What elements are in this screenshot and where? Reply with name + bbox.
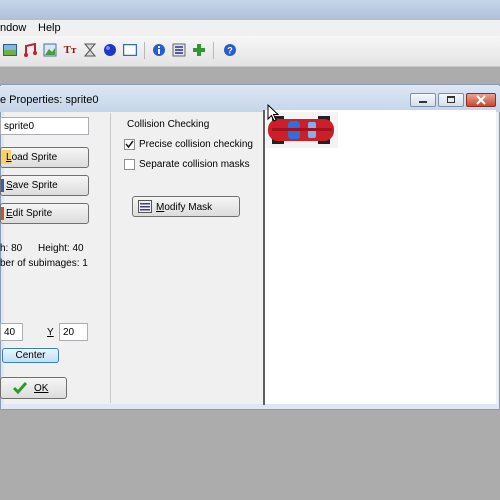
app-title-bar	[0, 0, 500, 20]
room-icon[interactable]	[122, 42, 138, 58]
minimize-icon	[419, 101, 427, 103]
save-sprite-label: ave Sprite	[12, 180, 58, 191]
save-sprite-button[interactable]: Save Sprite	[0, 175, 89, 196]
sprite-preview-area	[265, 110, 496, 404]
menu-window[interactable]: ndow	[0, 21, 26, 35]
maximize-icon	[447, 96, 455, 103]
origin-y-input[interactable]: 20	[59, 323, 88, 341]
edit-sprite-label: dit Sprite	[12, 208, 53, 219]
load-sprite-label: oad Sprite	[11, 152, 58, 163]
edit-sprite-hotkey: E	[6, 208, 13, 219]
divider-left	[110, 113, 111, 403]
svg-text:?: ?	[227, 46, 233, 56]
sound-icon[interactable]	[22, 42, 38, 58]
object-icon[interactable]	[102, 42, 118, 58]
modify-mask-button[interactable]: Modify Mask	[132, 196, 240, 217]
origin-x-input[interactable]: 40	[0, 323, 23, 341]
info-icon[interactable]	[151, 42, 167, 58]
checkbox-check-icon	[125, 140, 134, 149]
checkmark-icon	[13, 382, 27, 394]
maximize-button[interactable]	[438, 93, 464, 107]
timeline-icon[interactable]	[82, 42, 98, 58]
toolbar: Tт ?	[0, 36, 500, 67]
settings-icon[interactable]	[171, 42, 187, 58]
ok-button[interactable]: OK	[0, 377, 67, 399]
background-icon[interactable]	[42, 42, 58, 58]
separate-masks-label: Separate collision masks	[139, 159, 250, 170]
mask-icon	[138, 200, 152, 213]
menu-help[interactable]: Help	[38, 21, 61, 35]
dialog-title: e Properties: sprite0	[0, 94, 99, 106]
edit-sprite-button[interactable]: Edit Sprite	[0, 203, 89, 224]
menu-bar: ndow Help	[0, 20, 500, 36]
origin-y-label: Y	[47, 327, 54, 338]
help-icon[interactable]: ?	[222, 42, 238, 58]
load-sprite-button[interactable]: Load Sprite	[0, 147, 89, 168]
pencil-icon	[1, 207, 4, 220]
separate-masks-checkbox[interactable]	[124, 159, 135, 170]
image-icon[interactable]	[2, 42, 18, 58]
modify-mask-label: odify Mask	[164, 202, 213, 213]
floppy-icon	[1, 179, 4, 192]
center-button-label: Center	[15, 350, 46, 361]
precise-collision-label: Precise collision checking	[139, 139, 253, 150]
close-icon	[476, 95, 486, 105]
collision-group-title: Collision Checking	[127, 119, 210, 130]
font-icon[interactable]: Tт	[62, 42, 78, 58]
save-sprite-hotkey: S	[6, 180, 13, 191]
precise-collision-checkbox[interactable]	[124, 139, 135, 150]
add-icon[interactable]	[191, 42, 207, 58]
width-text: h: 80	[0, 243, 23, 254]
close-button[interactable]	[466, 93, 496, 107]
center-button[interactable]: Center	[2, 348, 59, 363]
sprite-name-input[interactable]: sprite0	[0, 117, 89, 135]
height-text: Height: 40	[38, 243, 84, 254]
ok-button-label: OK	[34, 383, 49, 394]
minimize-button[interactable]	[410, 93, 436, 107]
subimages-text: ber of subimages: 1	[0, 258, 88, 269]
mouse-cursor-icon	[267, 104, 279, 122]
